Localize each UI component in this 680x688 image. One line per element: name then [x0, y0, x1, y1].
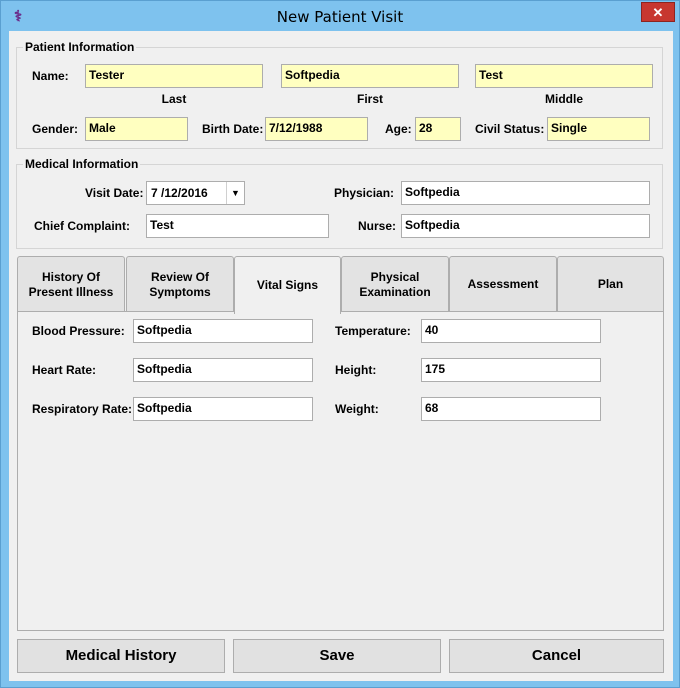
title-bar[interactable]: ⚕ New Patient Visit ✕ [1, 1, 679, 31]
temperature-label: Temperature: [335, 324, 411, 338]
name-label: Name: [32, 69, 69, 83]
blood-pressure-field[interactable]: Softpedia [133, 319, 313, 343]
physician-field[interactable]: Softpedia [401, 181, 650, 205]
physician-label: Physician: [334, 186, 395, 200]
chevron-down-icon[interactable]: ▼ [226, 182, 244, 204]
temperature-field[interactable]: 40 [421, 319, 601, 343]
chief-complaint-label: Chief Complaint: [34, 219, 130, 233]
gender-field[interactable]: Male [85, 117, 188, 141]
first-caption: First [356, 92, 383, 106]
weight-label: Weight: [335, 402, 379, 416]
middle-caption: Middle [545, 92, 583, 106]
tab-label: History Of Present Illness [28, 269, 114, 299]
civil-status-field[interactable]: Single [547, 117, 650, 141]
weight-field[interactable]: 68 [421, 397, 601, 421]
last-caption: Last [161, 92, 187, 106]
age-label: Age: [385, 122, 412, 136]
tab-review-of-symptoms[interactable]: Review Of Symptoms [126, 256, 234, 312]
save-button[interactable]: Save [233, 639, 441, 673]
tab-plan[interactable]: Plan [557, 256, 664, 312]
visit-date-value: 7 /12/2016 [151, 186, 208, 200]
visit-date-label: Visit Date: [85, 186, 144, 200]
window: ⚕ New Patient Visit ✕ Patient Informatio… [0, 0, 680, 688]
medical-information-title: Medical Information [23, 157, 141, 171]
cancel-button[interactable]: Cancel [449, 639, 664, 673]
middle-name-field[interactable]: Test [475, 64, 653, 88]
tab-assessment[interactable]: Assessment [449, 256, 557, 312]
tab-label: Vital Signs [256, 278, 319, 292]
tab-label: Assessment [467, 277, 539, 291]
tab-physical-examination[interactable]: Physical Examination [341, 256, 449, 312]
height-label: Height: [335, 363, 377, 377]
tab-label: Physical Examination [359, 269, 431, 299]
blood-pressure-label: Blood Pressure: [32, 324, 125, 338]
birth-date-label: Birth Date: [202, 122, 264, 136]
nurse-field[interactable]: Softpedia [401, 214, 650, 238]
respiratory-rate-field[interactable]: Softpedia [133, 397, 313, 421]
window-title: New Patient Visit [276, 8, 404, 26]
birth-date-field[interactable]: 7/12/1988 [265, 117, 368, 141]
tab-vital-signs[interactable]: Vital Signs [234, 256, 341, 314]
visit-date-picker[interactable]: 7 /12/2016 ▼ [146, 181, 245, 205]
last-name-field[interactable]: Tester [85, 64, 263, 88]
close-button[interactable]: ✕ [641, 2, 675, 22]
respiratory-rate-label: Respiratory Rate: [32, 402, 133, 416]
gender-label: Gender: [32, 122, 79, 136]
tab-label: Review Of Symptoms [149, 269, 211, 299]
heart-rate-field[interactable]: Softpedia [133, 358, 313, 382]
tab-history-of-present-illness[interactable]: History Of Present Illness [17, 256, 125, 312]
tab-label: Plan [597, 277, 624, 291]
patient-information-title: Patient Information [23, 40, 137, 54]
civil-status-label: Civil Status: [475, 122, 545, 136]
first-name-field[interactable]: Softpedia [281, 64, 459, 88]
chief-complaint-field[interactable]: Test [146, 214, 329, 238]
heart-rate-label: Heart Rate: [32, 363, 97, 377]
age-field[interactable]: 28 [415, 117, 461, 141]
height-field[interactable]: 175 [421, 358, 601, 382]
nurse-label: Nurse: [358, 219, 397, 233]
dialog-client: Patient Information Name: Tester Softped… [9, 31, 673, 681]
medical-history-button[interactable]: Medical History [17, 639, 225, 673]
